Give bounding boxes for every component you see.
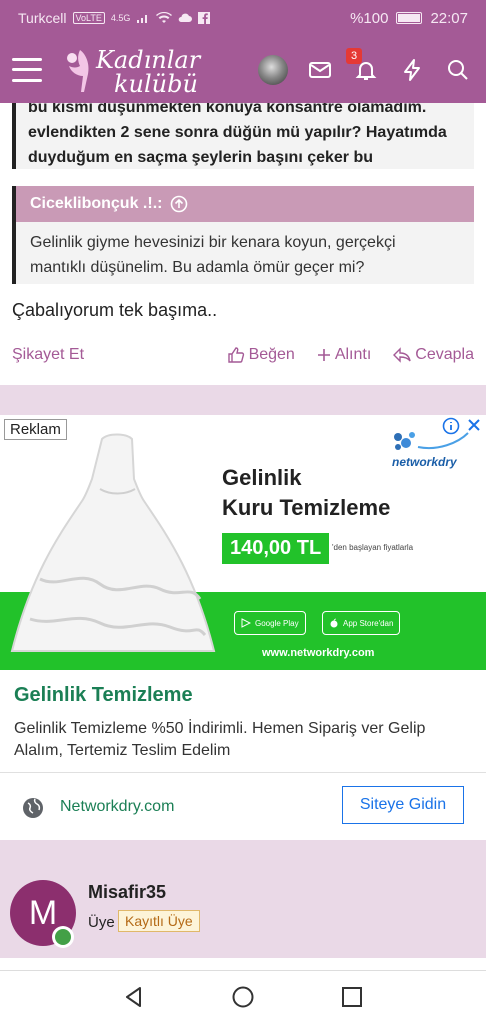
search-button[interactable] (444, 56, 472, 84)
thumbs-up-icon (227, 347, 244, 363)
like-label: Beğen (248, 346, 295, 363)
notifications-button[interactable]: 3 (346, 47, 380, 84)
post-actions: Şikayet Et Beğen Alıntı Cevapla (12, 346, 474, 366)
profile-avatar[interactable] (258, 54, 288, 85)
arrow-up-circle-icon[interactable] (170, 195, 188, 213)
ad-label: Reklam (4, 419, 67, 440)
google-play-badge[interactable]: Google Play (234, 611, 306, 635)
globe-icon (23, 798, 43, 818)
search-icon (448, 59, 468, 80)
app-store-label: App Store'dan (343, 618, 394, 628)
report-link[interactable]: Şikayet Et (12, 346, 84, 364)
app-store-badge[interactable]: App Store'dan (322, 611, 401, 635)
wedding-dress-image (10, 433, 216, 652)
user-role: Üye (88, 914, 115, 931)
site-logo[interactable]: Kadınlar kulübü (58, 42, 208, 98)
ad-divider (0, 772, 486, 773)
quote-button[interactable]: Alıntı (317, 346, 371, 364)
plus-icon (317, 349, 330, 361)
quote2-header[interactable]: Ciceklibonçuk .!.: (16, 186, 474, 222)
envelope-icon (309, 61, 331, 78)
visit-site-button[interactable]: Siteye Gidin (342, 786, 464, 824)
high-heel-logo-icon (67, 49, 89, 92)
user-name[interactable]: Misafir35 (88, 882, 166, 903)
facebook-icon (198, 12, 211, 24)
post-text: Çabalıyorum tek başıma.. (12, 300, 218, 320)
reply-label: Cevapla (415, 346, 474, 363)
quote-block-1: bu kısmı düşünmekten konuya konsantre ol… (12, 103, 474, 169)
online-status-icon (52, 926, 74, 948)
quote2-line1: Gelinlik giyme hevesinizi bir kenara koy… (30, 234, 396, 251)
ad-banner-url: www.networkdry.com (262, 647, 375, 659)
network-indicator: 4.5G (110, 13, 131, 23)
notification-badge: 3 (346, 47, 362, 64)
battery-icon (396, 12, 423, 24)
quote2-body: Gelinlik giyme hevesinizi bir kenara koy… (16, 222, 474, 288)
ad-price-note: 'den başlayan fiyatlarla (332, 543, 414, 552)
quote1-line3: duyduğum en saçma şeylerin başını çeker … (28, 149, 374, 166)
quote1-line1: bu kısmı düşünmekten konuya konsantre ol… (28, 103, 427, 116)
ad-price: 140,00 TL (222, 533, 330, 564)
ad-card[interactable]: Gelinlik Temizleme Gelinlik Temizleme %5… (0, 670, 486, 840)
signal-icon (137, 15, 148, 23)
ad-title-line2: Kuru Temizleme (222, 495, 391, 520)
section-separator-2 (0, 840, 486, 870)
section-separator (0, 385, 486, 415)
cloud-icon (179, 13, 193, 22)
google-play-label: Google Play (255, 618, 299, 628)
nav-actions: 3 (258, 36, 472, 103)
reply-icon (393, 347, 411, 363)
quote1-line2: evlendikten 2 sene sonra düğün mü yapılı… (28, 124, 447, 141)
quote2-line2: mantıklı düşünelim. Bu adamla ömür geçer… (30, 259, 365, 276)
quote2-author[interactable]: Ciceklibonçuk .!.: (30, 195, 162, 213)
play-store-icon (241, 618, 251, 628)
quote-block-2: Ciceklibonçuk .!.: Gelinlik giyme hevesi… (12, 186, 474, 284)
system-nav-bar (0, 970, 486, 1024)
logo-text-line2: kulübü (114, 69, 198, 98)
activity-button[interactable] (398, 56, 426, 84)
site-nav: Kadınlar kulübü 3 (0, 36, 486, 103)
advertisement[interactable]: Reklam networkdry Gelinlik Kuru Temizlem… (0, 415, 486, 840)
carrier-label: Turkcell (18, 10, 67, 26)
reply-button[interactable]: Cevapla (393, 346, 474, 364)
ad-title-line1: Gelinlik (222, 465, 302, 490)
top-app-bar: Turkcell VoLTE 4.5G %100 22:07 Kadınlar … (0, 0, 486, 103)
like-button[interactable]: Beğen (227, 346, 295, 364)
home-icon[interactable] (231, 985, 255, 1009)
ad-headline[interactable]: Gelinlik Temizleme (14, 684, 193, 707)
user-card: M Misafir35 Üye Kayıtlı Üye (0, 870, 486, 958)
apple-icon (330, 618, 338, 628)
battery-percent: %100 (350, 9, 389, 27)
back-icon[interactable] (122, 985, 146, 1009)
ad-banner-title: Gelinlik Kuru Temizleme (222, 463, 390, 523)
lightning-icon (404, 58, 420, 81)
ad-brand: networkdry (392, 455, 457, 469)
ad-banner[interactable]: Reklam networkdry Gelinlik Kuru Temizlem… (0, 415, 486, 670)
wifi-icon (156, 12, 173, 23)
recents-icon[interactable] (340, 985, 364, 1009)
ad-site[interactable]: Networkdry.com (60, 798, 174, 816)
ad-description: Gelinlik Temizleme %50 İndirimli. Hemen … (14, 720, 426, 759)
user-badge: Kayıtlı Üye (118, 910, 200, 932)
volte-indicator: VoLTE (72, 12, 105, 24)
menu-icon[interactable] (12, 57, 42, 82)
messages-button[interactable] (306, 56, 334, 84)
clock: 22:07 (430, 9, 468, 27)
status-bar: Turkcell VoLTE 4.5G %100 22:07 (0, 0, 486, 36)
quote-label: Alıntı (334, 346, 372, 363)
